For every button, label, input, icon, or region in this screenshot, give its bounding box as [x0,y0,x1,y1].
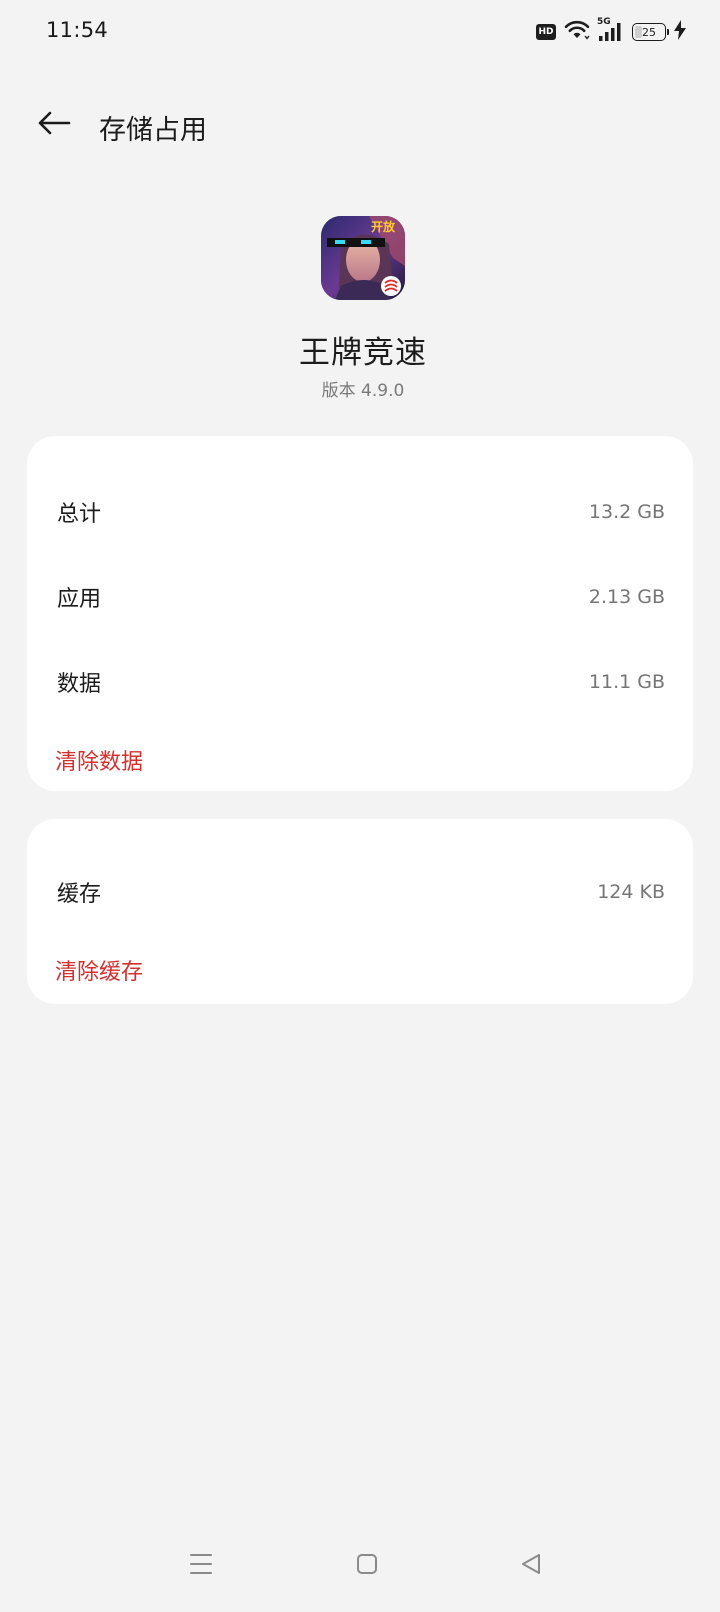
app-size-label: 应用 [57,587,102,612]
cache-label: 缓存 [57,882,102,907]
total-label: 总计 [57,502,102,527]
data-size-value: 11.1 GB [588,671,665,693]
status-icons: HD 5G 25 [536,17,686,45]
app-size-row: 应用 2.13 GB [57,577,665,617]
total-value: 13.2 GB [588,501,665,523]
app-version: 版本 4.9.0 [321,381,405,401]
recent-apps-button[interactable] [177,1542,225,1590]
status-time: 11:54 [46,18,109,42]
total-row: 总计 13.2 GB [57,492,665,532]
charging-icon [674,20,686,44]
page-title: 存储占用 [99,115,207,146]
arrow-left-icon [37,110,71,140]
signal-icon: 5G [597,17,624,43]
clear-cache-button[interactable]: 清除缓存 [55,950,143,990]
clear-data-button[interactable]: 清除数据 [55,740,143,780]
svg-text:开放: 开放 [371,219,396,234]
home-button[interactable] [343,1542,391,1590]
header: 存储占用 [0,90,720,160]
data-size-row: 数据 11.1 GB [57,662,665,702]
app-name: 王牌竞速 [299,335,427,371]
status-bar: 11:54 HD 5G 25 [0,0,720,62]
home-icon [356,1553,378,1579]
battery-icon: 25 [632,23,669,41]
back-triangle-icon [520,1553,542,1579]
storage-card: 总计 13.2 GB 应用 2.13 GB 数据 11.1 GB 清除数据 [27,436,693,791]
app-size-value: 2.13 GB [588,586,665,608]
cache-value: 124 KB [597,881,665,903]
battery-level: 25 [642,25,656,39]
cache-row: 缓存 124 KB [57,872,665,912]
back-button[interactable] [30,104,78,146]
hd-icon: HD [536,24,556,40]
wifi-icon [564,19,590,45]
system-back-button[interactable] [507,1542,555,1590]
data-size-label: 数据 [57,672,102,697]
cache-card: 缓存 124 KB 清除缓存 [27,819,693,1004]
battery-fill [635,26,642,38]
app-icon: 开放 [321,216,405,300]
menu-icon [189,1553,213,1579]
navigation-bar [0,1516,720,1612]
